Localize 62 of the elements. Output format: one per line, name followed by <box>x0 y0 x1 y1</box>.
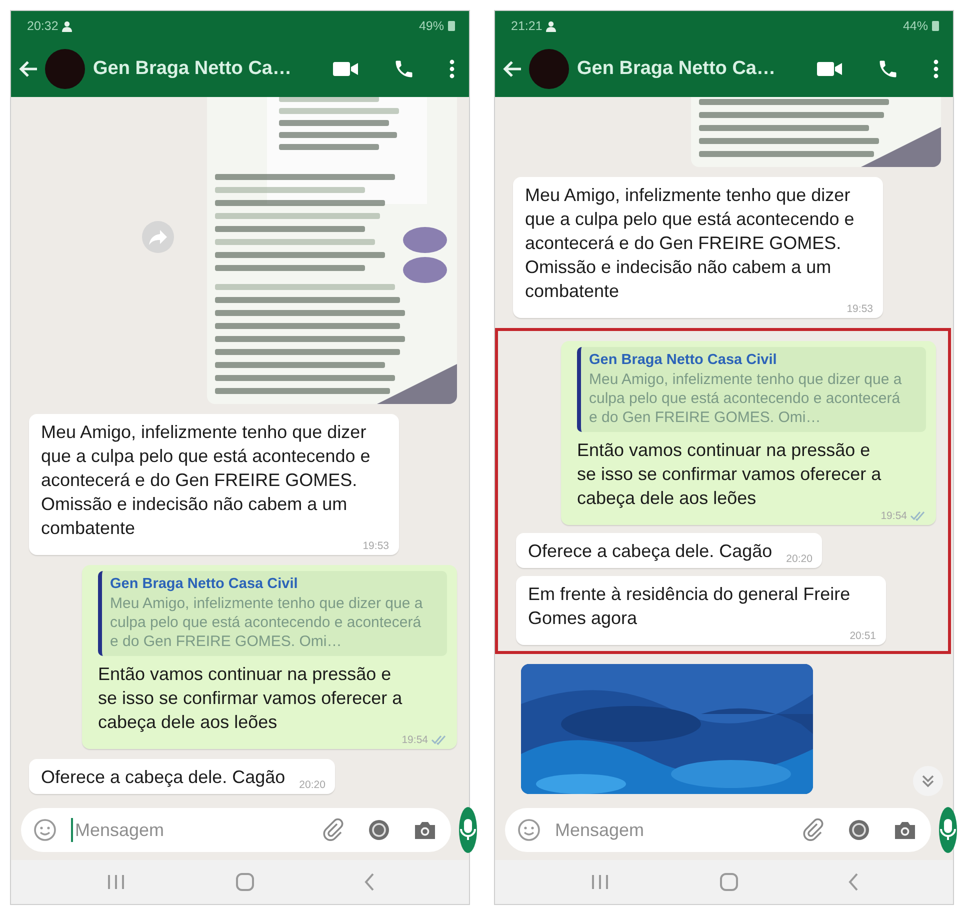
emoji-icon[interactable] <box>517 818 541 842</box>
message-time: 20:51 <box>850 630 876 642</box>
camera-icon[interactable] <box>413 819 437 841</box>
quoted-author: Gen Braga Netto Casa Civil <box>589 351 778 370</box>
read-ticks-icon <box>910 511 926 521</box>
message-text: Oferece a cabeça dele. Cagão <box>528 540 772 563</box>
message-field[interactable]: Mensagem <box>21 808 451 852</box>
paperclip-icon[interactable] <box>801 818 825 842</box>
message-time: 19:53 <box>846 303 873 315</box>
video-camera-icon[interactable] <box>333 61 359 77</box>
camera-icon[interactable] <box>893 819 917 841</box>
microphone-button[interactable] <box>939 807 957 853</box>
chevron-down-icon <box>920 773 936 789</box>
back-arrow-icon[interactable] <box>19 60 39 78</box>
microphone-button[interactable] <box>459 807 477 853</box>
battery-icon <box>448 21 455 31</box>
quoted-message[interactable]: Gen Braga Netto Casa Civil Meu Amigo, infelizmente tenho que dizer que a culpa pelo que está acontecendo e acontecerá e do Gen FREIRE GOMES. Omi… <box>98 571 447 656</box>
chat-title[interactable]: Gen Braga Netto Ca… <box>577 58 811 80</box>
message-time: 19:54 <box>880 510 907 522</box>
chat-title[interactable]: Gen Braga Netto Ca… <box>93 58 327 80</box>
message-text: Em frente à residência do general Freire Gomes agora <box>528 583 852 630</box>
message-input[interactable]: Mensagem <box>555 820 787 840</box>
message-time: 19:54 <box>402 734 428 746</box>
message-input[interactable]: Mensagem <box>75 820 307 840</box>
message-text: Meu Amigo, infelizmente tenho que dizer que a culpa pelo que está acontecendo e acontecerá e do Gen FREIRE GOMES. Omissão e indecisão não cabem a um combatente <box>525 184 856 303</box>
read-ticks-icon <box>431 735 447 745</box>
quoted-text: Meu Amigo, infelizmente tenho que dizer que a culpa pelo que está acontecendo e acontecerá e do Gen FREIRE GOMES. Omi… <box>589 370 903 427</box>
message-text: Meu Amigo, infelizmente tenho que dizer que a culpa pelo que está acontecendo e acontecerá e do Gen FREIRE GOMES. Omissão e indecisão não cabem a um combatente <box>41 421 372 540</box>
home-icon[interactable] <box>235 872 255 892</box>
message-time: 20:20 <box>299 779 326 791</box>
phone-icon[interactable] <box>877 58 899 80</box>
recent-apps-icon[interactable] <box>589 873 611 891</box>
home-icon[interactable] <box>719 872 739 892</box>
emoji-icon[interactable] <box>33 818 57 842</box>
paperclip-icon[interactable] <box>321 818 345 842</box>
status-time: 20:32 <box>27 19 58 33</box>
battery-level: 44% <box>902 19 928 33</box>
scroll-down-button[interactable] <box>913 766 943 796</box>
quoted-author: Gen Braga Netto Casa Civil <box>110 575 299 594</box>
video-camera-icon[interactable] <box>817 61 843 77</box>
back-icon[interactable] <box>363 872 375 892</box>
avatar[interactable] <box>45 49 85 89</box>
quoted-text: Meu Amigo, infelizmente tenho que dizer que a culpa pelo que está acontecendo e acontecerá e do Gen FREIRE GOMES. Omi… <box>110 594 424 651</box>
menu-icon[interactable] <box>449 59 455 79</box>
message-text: Então vamos continuar na pressão e se isso se confirmar vamos oferecer a cabeça dele aos leões <box>577 439 882 510</box>
status-time: 21:21 <box>511 19 542 33</box>
avatar[interactable] <box>529 49 569 89</box>
battery-level: 49% <box>418 19 444 33</box>
back-arrow-icon[interactable] <box>503 60 523 78</box>
message-time: 20:20 <box>786 553 812 565</box>
person-icon <box>62 20 72 32</box>
message-field[interactable]: Mensagem <box>505 808 931 852</box>
quoted-message[interactable]: Gen Braga Netto Casa Civil Meu Amigo, infelizmente tenho que dizer que a culpa pelo que está acontecendo e acontecerá e do Gen FREIRE GOMES. Omi… <box>577 347 926 432</box>
phone-icon[interactable] <box>393 58 415 80</box>
menu-icon[interactable] <box>933 59 939 79</box>
battery-icon <box>932 21 939 31</box>
back-icon[interactable] <box>847 872 859 892</box>
recent-apps-icon[interactable] <box>105 873 127 891</box>
message-text: Oferece a cabeça dele. Cagão <box>41 766 286 789</box>
person-icon <box>546 20 556 32</box>
message-text: Então vamos continuar na pressão e se isso se confirmar vamos oferecer a cabeça dele aos leões <box>98 663 404 734</box>
message-time: 19:53 <box>362 540 389 552</box>
